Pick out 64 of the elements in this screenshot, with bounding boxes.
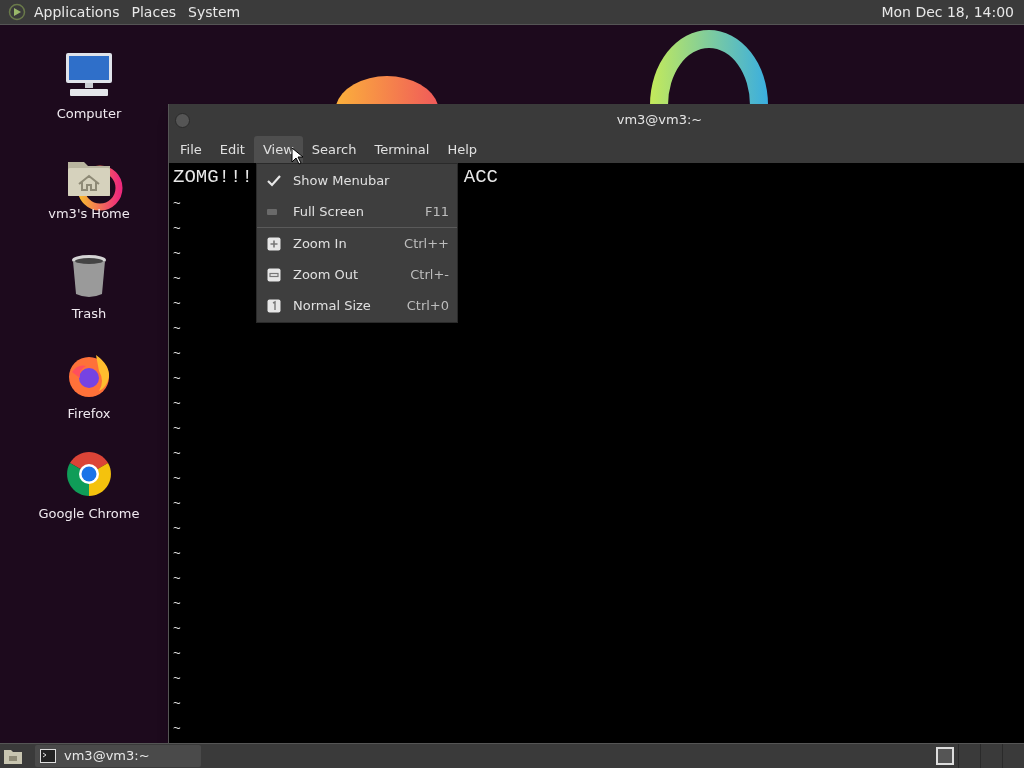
menubar-item[interactable]: Search — [302, 136, 366, 163]
terminal-text: ZOMG!!! — [173, 165, 253, 190]
page-icon — [267, 298, 281, 313]
logo-icon[interactable] — [8, 3, 26, 21]
menu-item-label: Zoom In — [293, 234, 347, 253]
clock[interactable]: Mon Dec 18, 14:00 — [881, 1, 1014, 23]
shortcut-label: F11 — [424, 202, 449, 221]
tilde-line-marker: ~ — [173, 271, 181, 286]
shortcut-label: Ctrl+0 — [406, 296, 449, 315]
tilde-line-marker: ~ — [173, 596, 181, 611]
panel-menu[interactable]: System — [188, 1, 241, 23]
tilde-line-marker: ~ — [173, 296, 181, 311]
tilde-line-marker: ~ — [173, 571, 181, 586]
taskbar-task[interactable]: vm3@vm3:~ — [35, 745, 201, 767]
menu-item[interactable]: Zoom In Ctrl++ — [257, 228, 457, 259]
tilde-line-marker: ~ — [173, 546, 181, 561]
menu-item[interactable]: Zoom Out Ctrl+- — [257, 259, 457, 290]
menu-item-label: Zoom Out — [293, 265, 359, 284]
tilde-line-marker: ~ — [173, 421, 181, 436]
tricolor-circle-icon — [65, 449, 113, 498]
menu-item[interactable]: Normal Size Ctrl+0 — [257, 290, 457, 321]
tilde-line-marker: ~ — [173, 346, 181, 361]
menubar-item[interactable]: Terminal — [365, 136, 439, 163]
desktop-icon-label[interactable]: Trash — [71, 303, 107, 323]
desktop-icon-label[interactable]: Firefox — [67, 403, 111, 423]
desktop-icon-label[interactable]: Google Chrome — [38, 503, 140, 523]
computer-icon — [64, 51, 114, 98]
close-button[interactable] — [175, 112, 190, 128]
shortcut-label: Ctrl++ — [404, 234, 449, 253]
tilde-line-marker: ~ — [173, 496, 181, 511]
menubar-item[interactable]: Help — [438, 136, 487, 163]
tilde-line-marker: ~ — [173, 471, 181, 486]
window-title: vm3@vm3:~ — [615, 111, 704, 130]
desktop-icon-label[interactable]: Computer — [56, 103, 122, 123]
tilde-line-marker: ~ — [173, 671, 181, 686]
menu-item-label: Show Menubar — [293, 171, 390, 190]
tilde-line-marker: ~ — [173, 721, 181, 736]
menu-item[interactable]: Full Screen F11 — [257, 196, 457, 227]
tilde-line-marker: ~ — [173, 196, 181, 211]
terminal-text: ACC — [463, 165, 498, 190]
menu-item-label: Normal Size — [293, 296, 371, 315]
tilde-line-marker: ~ — [173, 321, 181, 336]
show-desktop-icon[interactable] — [3, 747, 23, 765]
tilde-line-marker: ~ — [173, 621, 181, 636]
trash-icon — [70, 253, 108, 298]
tilde-line-marker: ~ — [173, 371, 181, 386]
tilde-line-marker: ~ — [173, 221, 181, 236]
tilde-line-marker: ~ — [173, 521, 181, 536]
menu-item[interactable]: Show Menubar — [257, 165, 457, 196]
shortcut-label: Ctrl+- — [410, 265, 449, 284]
menubar-item[interactable]: File — [171, 136, 211, 163]
menu-item-label: Full Screen — [293, 202, 365, 221]
tilde-line-marker: ~ — [173, 696, 181, 711]
tilde-line-marker: ~ — [173, 246, 181, 261]
minus-icon — [267, 267, 281, 282]
tilde-line-marker: ~ — [173, 396, 181, 411]
terminal-icon — [40, 749, 56, 763]
desktop-icon-label[interactable]: vm3's Home — [48, 203, 130, 223]
panel-menu[interactable]: Places — [131, 1, 177, 23]
tilde-line-marker: ~ — [173, 646, 181, 661]
plus-icon — [267, 236, 281, 251]
tilde-line-marker: ~ — [173, 446, 181, 461]
menubar-item[interactable]: Edit — [210, 136, 254, 163]
panel-menu[interactable]: Applications — [34, 1, 120, 23]
